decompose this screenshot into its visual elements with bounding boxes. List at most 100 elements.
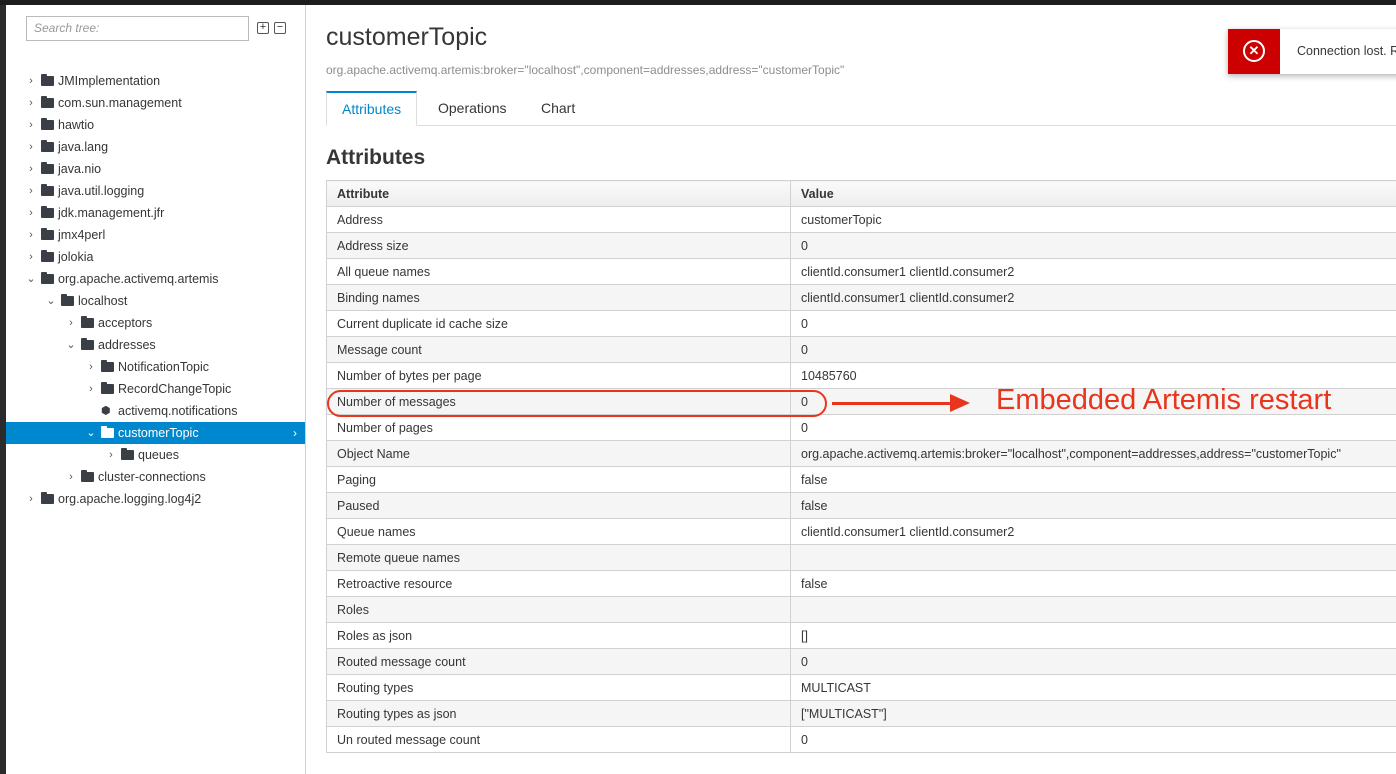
attribute-name-cell: Paused [326, 492, 791, 519]
attribute-name-cell: Roles [326, 596, 791, 623]
tree-node[interactable]: ⌄ localhost [6, 290, 305, 312]
chevron-right-icon[interactable]: › [26, 224, 36, 246]
tree-node[interactable]: › jdk.management.jfr [6, 202, 305, 224]
tree-node[interactable]: › NotificationTopic [6, 356, 305, 378]
tree-node[interactable]: ⌄ org.apache.activemq.artemis [6, 268, 305, 290]
chevron-right-icon[interactable]: › [26, 114, 36, 136]
chevron-right-icon[interactable]: › [86, 378, 96, 400]
chevron-right-icon[interactable]: › [26, 70, 36, 92]
tree-node[interactable]: › jolokia [6, 246, 305, 268]
tree-node[interactable]: › org.apache.logging.log4j2 [6, 488, 305, 510]
value-column-header[interactable]: Value [790, 180, 1396, 207]
attribute-value-cell: 0 [790, 310, 1396, 337]
table-row[interactable]: Un routed message count 0 [326, 726, 1396, 753]
table-row[interactable]: Current duplicate id cache size 0 [326, 310, 1396, 337]
tree-node[interactable]: › JMImplementation [6, 70, 305, 92]
tree-node-label: jdk.management.jfr [58, 206, 165, 220]
table-row[interactable]: Queue names clientId.consumer1 clientId.c… [326, 518, 1396, 545]
table-row[interactable]: Roles [326, 596, 1396, 623]
tab-operations[interactable]: Operations [423, 91, 521, 126]
connection-lost-toast: ✕ Connection lost. R [1228, 29, 1396, 74]
tree-node-label: localhost [78, 294, 128, 308]
tree-node-label: queues [138, 448, 180, 462]
table-row[interactable]: Paging false [326, 466, 1396, 493]
tree-node-label: org.apache.activemq.artemis [58, 272, 219, 286]
cube-icon: ⬢ [101, 405, 111, 417]
table-row[interactable]: Binding names clientId.consumer1 clientId… [326, 284, 1396, 311]
table-row[interactable]: All queue names clientId.consumer1 client… [326, 258, 1396, 285]
toast-icon-area: ✕ [1228, 29, 1280, 74]
attribute-column-header[interactable]: Attribute [326, 180, 791, 207]
chevron-right-icon[interactable]: › [26, 180, 36, 202]
tree-node[interactable]: › queues [6, 444, 305, 466]
table-row[interactable]: Routed message count 0 [326, 648, 1396, 675]
table-row[interactable]: Address size 0 [326, 232, 1396, 259]
attribute-name-cell: Number of pages [326, 414, 791, 441]
chevron-right-icon[interactable]: › [26, 202, 36, 224]
table-row[interactable]: Message count 0 [326, 336, 1396, 363]
table-row[interactable]: Remote queue names [326, 544, 1396, 571]
attribute-name-cell: Address size [326, 232, 791, 259]
tree-node[interactable]: › java.nio [6, 158, 305, 180]
table-row[interactable]: Routing types as json ["MULTICAST"] [326, 700, 1396, 727]
folder-icon [41, 492, 54, 504]
tree-node[interactable]: › com.sun.management [6, 92, 305, 114]
table-row[interactable]: Roles as json[] [326, 622, 1396, 649]
chevron-right-icon[interactable]: › [26, 488, 36, 510]
attribute-name-cell: Paging [326, 466, 791, 493]
chevron-down-icon[interactable]: ⌄ [66, 334, 76, 356]
chevron-right-icon[interactable]: › [66, 466, 76, 488]
chevron-right-icon[interactable]: › [26, 246, 36, 268]
chevron-right-icon[interactable]: › [26, 158, 36, 180]
chevron-right-icon[interactable]: › [26, 92, 36, 114]
attribute-name-cell: Number of bytes per page [326, 362, 791, 389]
attribute-value-cell: [] [790, 622, 1396, 649]
attributes-table: Attribute Value Address customerTopic Addr… [326, 180, 1396, 753]
table-row[interactable]: Retroactive resource false [326, 570, 1396, 597]
tree-node[interactable]: ⬢ activemq.notifications [6, 400, 305, 422]
tree-node[interactable]: › java.lang [6, 136, 305, 158]
folder-icon [81, 338, 94, 350]
table-row[interactable]: Paused false [326, 492, 1396, 519]
table-row[interactable]: Number of pages 0 [326, 414, 1396, 441]
table-header-row: Attribute Value [326, 180, 1396, 207]
table-row[interactable]: Routing types MULTICAST [326, 674, 1396, 701]
folder-icon [81, 316, 94, 328]
error-circle-icon: ✕ [1243, 40, 1265, 62]
tree-node[interactable]: › java.util.logging [6, 180, 305, 202]
tree-node-label: addresses [98, 338, 156, 352]
chevron-down-icon[interactable]: ⌄ [86, 422, 96, 444]
table-row[interactable]: Address customerTopic [326, 206, 1396, 233]
chevron-down-icon[interactable]: ⌄ [26, 268, 36, 290]
chevron-right-icon[interactable]: › [106, 444, 116, 466]
attribute-name-cell: Routed message count [326, 648, 791, 675]
annotation-arrow-line [832, 402, 952, 405]
chevron-down-icon[interactable]: ⌄ [46, 290, 56, 312]
chevron-right-icon[interactable]: › [26, 136, 36, 158]
chevron-right-icon[interactable]: › [86, 356, 96, 378]
table-row[interactable]: Object Name org.apache.activemq.artemis:b… [326, 440, 1396, 467]
collapse-all-button[interactable]: − [274, 22, 286, 34]
folder-icon [81, 470, 94, 482]
tree-node[interactable]: ⌄ customerTopic › [6, 422, 305, 444]
folder-icon [41, 250, 54, 262]
attribute-value-cell [790, 544, 1396, 571]
chevron-right-icon[interactable]: › [66, 312, 76, 334]
tree-node[interactable]: › cluster-connections [6, 466, 305, 488]
attribute-value-cell: clientId.consumer1 clientId.consumer2 [790, 284, 1396, 311]
expand-all-button[interactable]: + [257, 22, 269, 34]
chevron-right-icon[interactable]: › [293, 422, 297, 444]
folder-icon [41, 162, 54, 174]
tab-attributes[interactable]: Attributes [326, 91, 418, 126]
tree-node[interactable]: ⌄ addresses [6, 334, 305, 356]
tab-bar: Attributes Operations Chart [326, 91, 1396, 126]
tree-node[interactable]: › jmx4perl [6, 224, 305, 246]
folder-icon [101, 360, 114, 372]
tab-chart[interactable]: Chart [526, 91, 590, 126]
search-tree-input[interactable]: Search tree: [26, 16, 249, 41]
tree-node[interactable]: › RecordChangeTopic [6, 378, 305, 400]
tree-node-label: com.sun.management [58, 96, 182, 110]
tree-node[interactable]: › acceptors [6, 312, 305, 334]
tree-node[interactable]: › hawtio [6, 114, 305, 136]
section-title: Attributes [326, 146, 426, 169]
